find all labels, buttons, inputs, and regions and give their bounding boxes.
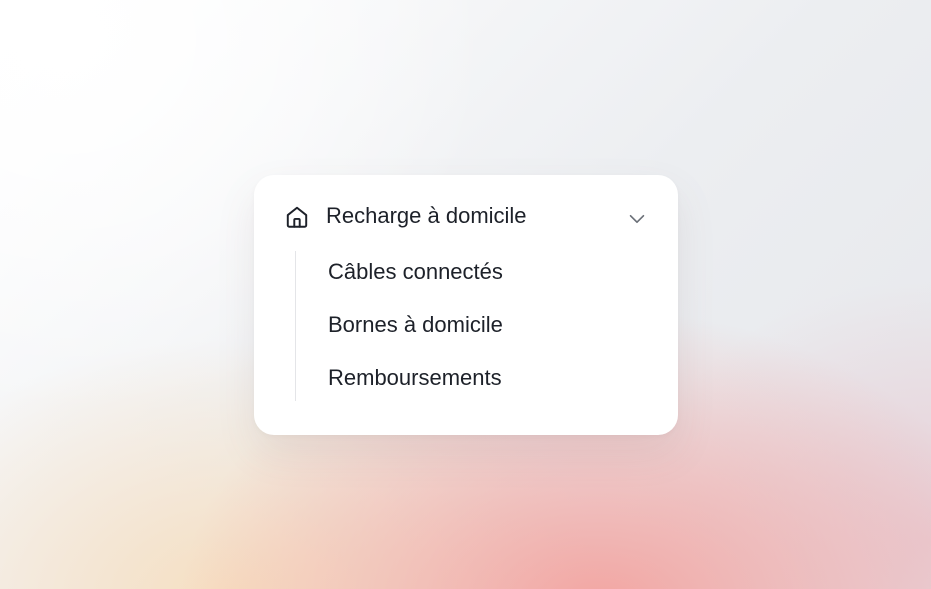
navigation-menu-card: Recharge à domicile Câbles connectés Bor… (254, 175, 678, 435)
home-icon (286, 206, 308, 228)
submenu-item-remboursements[interactable]: Remboursements (328, 365, 502, 391)
submenu-item-cables-connectes[interactable]: Câbles connectés (328, 259, 503, 285)
menu-section-header[interactable]: Recharge à domicile (254, 175, 678, 259)
submenu-item-bornes-a-domicile[interactable]: Bornes à domicile (328, 312, 503, 338)
submenu-list: Câbles connectés Bornes à domicile Rembo… (295, 251, 636, 401)
menu-section-label: Recharge à domicile (326, 203, 527, 228)
page-background: { "menu": { "header": { "label": "Rechar… (0, 0, 931, 589)
chevron-down-icon[interactable] (626, 208, 648, 230)
